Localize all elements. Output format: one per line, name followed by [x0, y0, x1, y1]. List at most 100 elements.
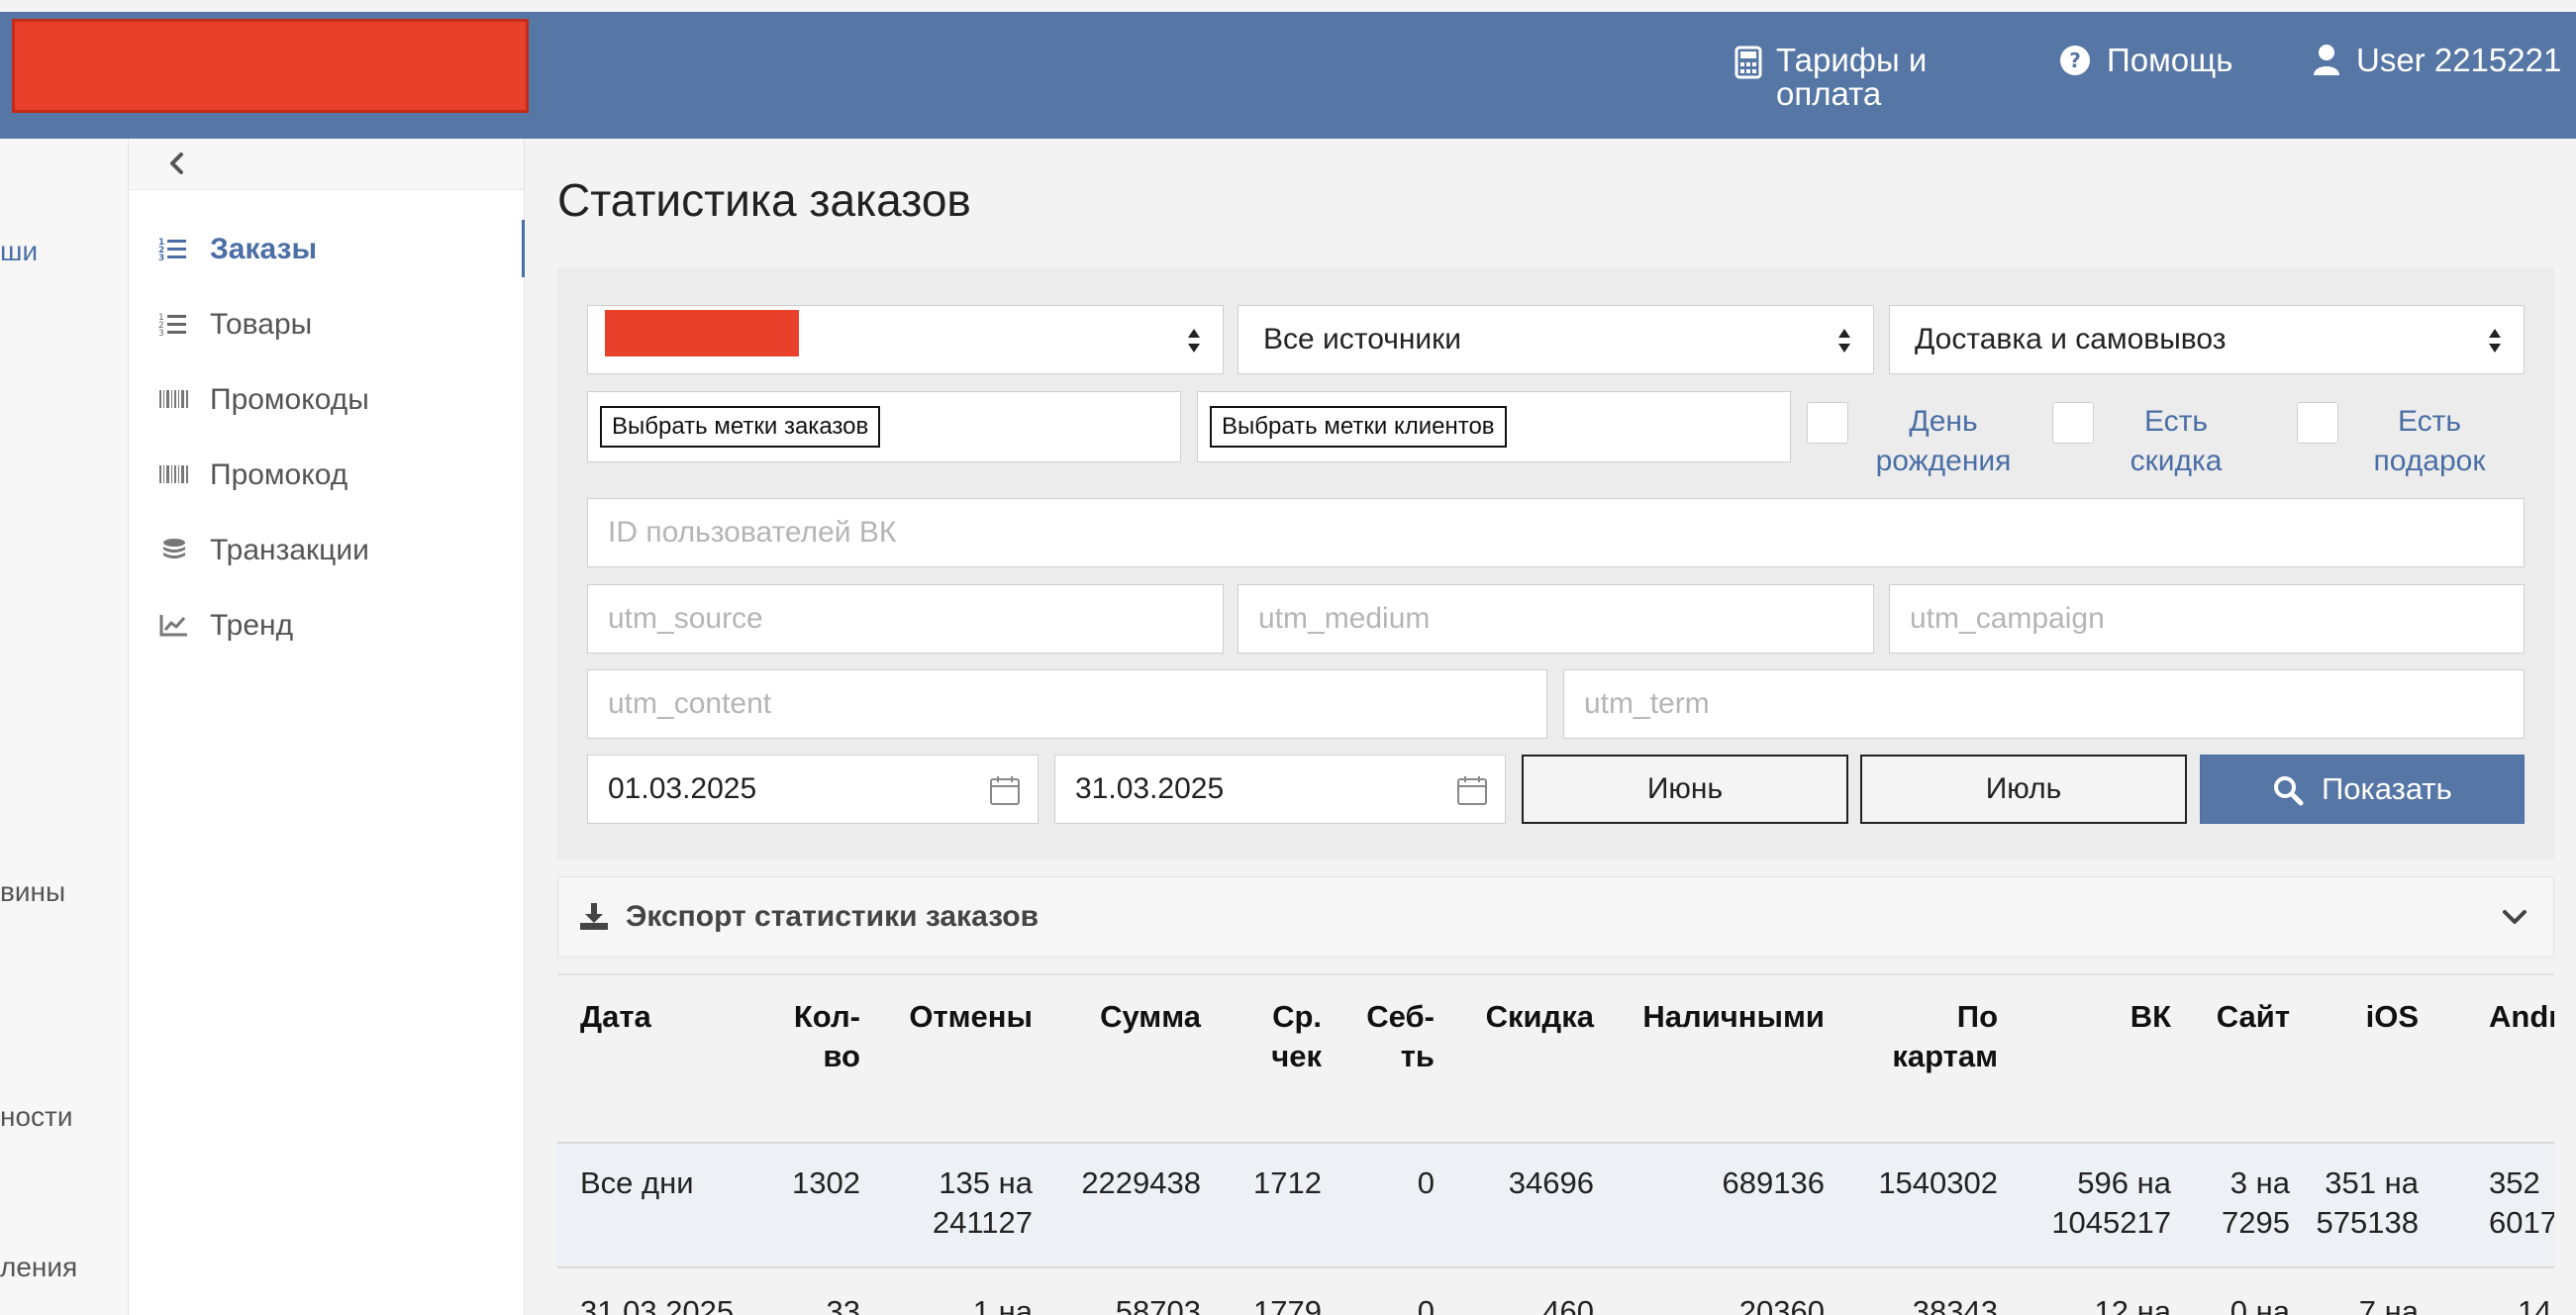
birthday-label-line1: День [1909, 405, 1978, 438]
page-title: Статистика заказов [557, 174, 971, 226]
sidebar-item-products[interactable]: 1 2 3 Товары [129, 295, 525, 353]
help-link[interactable]: ? Помощь [2059, 44, 2232, 77]
date-to-input[interactable]: 31.03.2025 [1054, 755, 1506, 824]
user-menu[interactable]: User 2215221 [2313, 44, 2561, 77]
sidebar-item-label: Тренд [210, 609, 294, 642]
header-cancels[interactable]: Отмены [874, 997, 1033, 1037]
choose-client-tags-button[interactable]: Выбрать метки клиентов [1210, 406, 1507, 448]
utm-term-input[interactable]: utm_term [1563, 669, 2525, 739]
cell-ios: 351 на 575138 [2316, 1165, 2419, 1240]
date-from-value: 01.03.2025 [608, 772, 757, 805]
birthday-label[interactable]: День рождения [1864, 402, 2023, 481]
discount-checkbox[interactable] [2052, 402, 2094, 444]
user-name: User 2215221 [2356, 42, 2562, 78]
utm-source-input[interactable]: utm_source [587, 584, 1224, 654]
barcode-icon [159, 390, 188, 408]
cell-avg-check: 1779 [1253, 1294, 1322, 1315]
gift-checkbox[interactable] [2297, 402, 2338, 444]
outer-menu-item[interactable]: ности [0, 1101, 73, 1133]
outer-menu-strip: ши вины ности ления [0, 139, 129, 1315]
header-site[interactable]: Сайт [2181, 997, 2290, 1037]
svg-text:?: ? [2069, 49, 2081, 72]
date-from-input[interactable]: 01.03.2025 [587, 755, 1039, 824]
cell-cards: 38343 [1912, 1294, 1998, 1315]
question-circle-icon: ? [2060, 46, 2090, 75]
calendar-icon[interactable] [989, 774, 1021, 806]
birthday-label-line2: рождения [1875, 445, 2012, 477]
sidebar-item-promocode[interactable]: Промокод [129, 446, 525, 503]
cell-sum: 58703 [1115, 1294, 1201, 1315]
export-label: Экспорт статистики заказов [626, 900, 1040, 933]
gift-label-line1: Есть [2397, 405, 2462, 438]
list-ordered-icon: 1 2 3 [158, 238, 186, 261]
header-cost[interactable]: Себ-ть [1336, 997, 1435, 1076]
tariffs-label-line1: Тарифы и [1776, 42, 1928, 78]
export-accordion[interactable]: Экспорт статистики заказов [557, 876, 2554, 958]
utm-content-input[interactable]: utm_content [587, 669, 1547, 739]
discount-label[interactable]: Есть скидка [2112, 402, 2240, 481]
cell-discount: 34696 [1508, 1165, 1594, 1200]
cell-cost: 0 [1417, 1165, 1435, 1200]
header-vk[interactable]: ВК [2013, 997, 2171, 1037]
sidebar-item-promocodes[interactable]: Промокоды [129, 370, 525, 428]
cell-android: 352 6017 [2489, 1165, 2554, 1240]
header-sum[interactable]: Сумма [1052, 997, 1201, 1037]
sidebar-item-label: Транзакции [210, 534, 369, 566]
outer-menu-item[interactable]: ши [0, 236, 38, 267]
utm-medium-input[interactable]: utm_medium [1238, 584, 1874, 654]
list-ordered-icon: 1 2 3 [158, 313, 186, 337]
cell-android: 14 [2518, 1294, 2552, 1315]
client-tags-box[interactable]: Выбрать метки клиентов [1197, 391, 1791, 462]
header-count[interactable]: Кол-во [765, 997, 860, 1076]
header-date[interactable]: Дата [580, 997, 651, 1037]
sidebar-item-transactions[interactable]: Транзакции [129, 521, 525, 578]
month-july-button[interactable]: Июль [1860, 755, 2187, 824]
cell-ios: 7 на [2358, 1294, 2419, 1315]
sidebar-item-label: Товары [210, 308, 313, 341]
table-row: 31.03.2025 33 1 на 58703 1779 0 460 2036… [557, 1268, 2554, 1315]
sidebar: 1 2 3 Заказы 1 2 3 Товары Промокоды Пром… [129, 139, 525, 1315]
header-avg-check[interactable]: Ср. чек [1221, 997, 1322, 1076]
delivery-select-value: Доставка и самовывоз [1915, 323, 2227, 355]
tariffs-link[interactable]: Тарифы и оплата [1734, 44, 1944, 111]
header-cash[interactable]: Наличными [1607, 997, 1825, 1037]
order-tags-box[interactable]: Выбрать метки заказов [587, 391, 1181, 462]
cell-cards: 1540302 [1878, 1165, 1998, 1200]
top-bar: Тарифы и оплата ? Помощь User 2215221 [0, 12, 2576, 139]
search-icon [2274, 776, 2304, 806]
chevron-down-icon[interactable] [2502, 907, 2527, 927]
shop-select[interactable] [587, 305, 1224, 374]
gift-label-line2: подарок [2373, 445, 2486, 477]
sidebar-collapse-row[interactable] [129, 139, 524, 190]
source-select[interactable]: Все источники [1238, 305, 1874, 374]
sidebar-item-trend[interactable]: Тренд [129, 596, 525, 654]
choose-order-tags-button[interactable]: Выбрать метки заказов [600, 406, 881, 448]
discount-label-line2: скидка [2130, 445, 2223, 477]
barcode-icon [159, 465, 188, 483]
outer-menu-item[interactable]: вины [0, 876, 65, 908]
cell-vk: 596 на 1045217 [2051, 1165, 2171, 1240]
delivery-select[interactable]: Доставка и самовывоз [1889, 305, 2525, 374]
select-arrows-icon [2489, 329, 2501, 353]
gift-label[interactable]: Есть подарок [2355, 402, 2504, 481]
date-to-value: 31.03.2025 [1075, 772, 1225, 805]
outer-menu-item[interactable]: ления [0, 1252, 77, 1283]
vk-ids-input[interactable]: ID пользователей ВК [587, 498, 2525, 567]
chevron-left-icon[interactable] [165, 151, 189, 176]
header-android[interactable]: Andr [2489, 997, 2554, 1037]
utm-campaign-input[interactable]: utm_campaign [1889, 584, 2525, 654]
sidebar-item-label: Промокод [210, 458, 348, 491]
sidebar-item-orders[interactable]: 1 2 3 Заказы [129, 220, 525, 277]
select-arrows-icon [1188, 329, 1200, 353]
show-button[interactable]: Показать [2200, 755, 2525, 824]
header-ios[interactable]: iOS [2300, 997, 2419, 1037]
chart-line-icon [159, 615, 187, 637]
calendar-icon[interactable] [1456, 774, 1488, 806]
cell-date: Все дни [580, 1165, 694, 1200]
svg-text:3: 3 [158, 329, 164, 337]
header-discount[interactable]: Скидка [1448, 997, 1594, 1037]
shop-name-redacted [605, 310, 799, 356]
month-june-button[interactable]: Июнь [1522, 755, 1848, 824]
header-cards[interactable]: По картам [1834, 997, 1998, 1076]
birthday-checkbox[interactable] [1807, 402, 1848, 444]
